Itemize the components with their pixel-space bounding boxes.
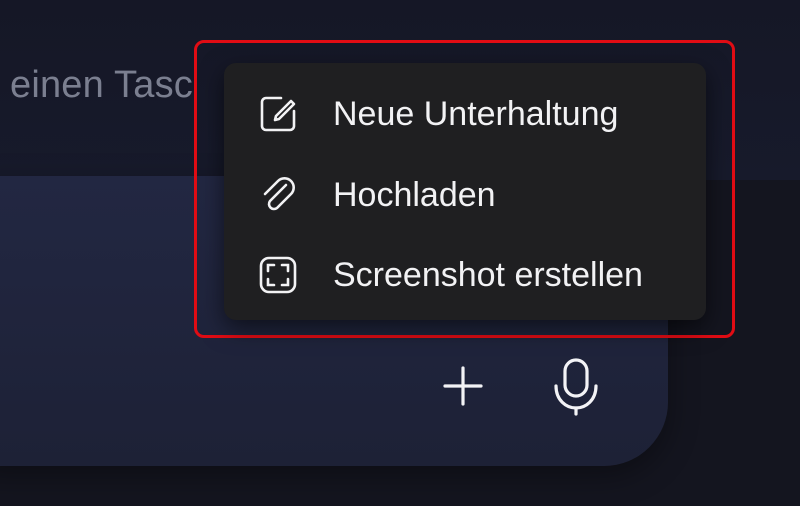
microphone-icon	[554, 358, 598, 416]
paperclip-icon	[256, 173, 300, 217]
menu-item-label: Hochladen	[333, 175, 496, 214]
menu-item-new-conversation[interactable]: Neue Unterhaltung	[224, 79, 706, 149]
menu-item-label: Screenshot erstellen	[333, 255, 643, 294]
add-button[interactable]	[433, 356, 493, 416]
context-menu: Neue Unterhaltung Hochladen Screenshot e…	[224, 63, 706, 320]
menu-item-label: Neue Unterhaltung	[333, 94, 619, 133]
plus-icon	[443, 366, 483, 406]
microphone-button[interactable]	[546, 356, 606, 416]
menu-item-upload[interactable]: Hochladen	[224, 160, 706, 230]
screenshot-icon	[256, 253, 300, 297]
menu-item-screenshot[interactable]: Screenshot erstellen	[224, 240, 706, 310]
compose-icon	[256, 92, 300, 136]
